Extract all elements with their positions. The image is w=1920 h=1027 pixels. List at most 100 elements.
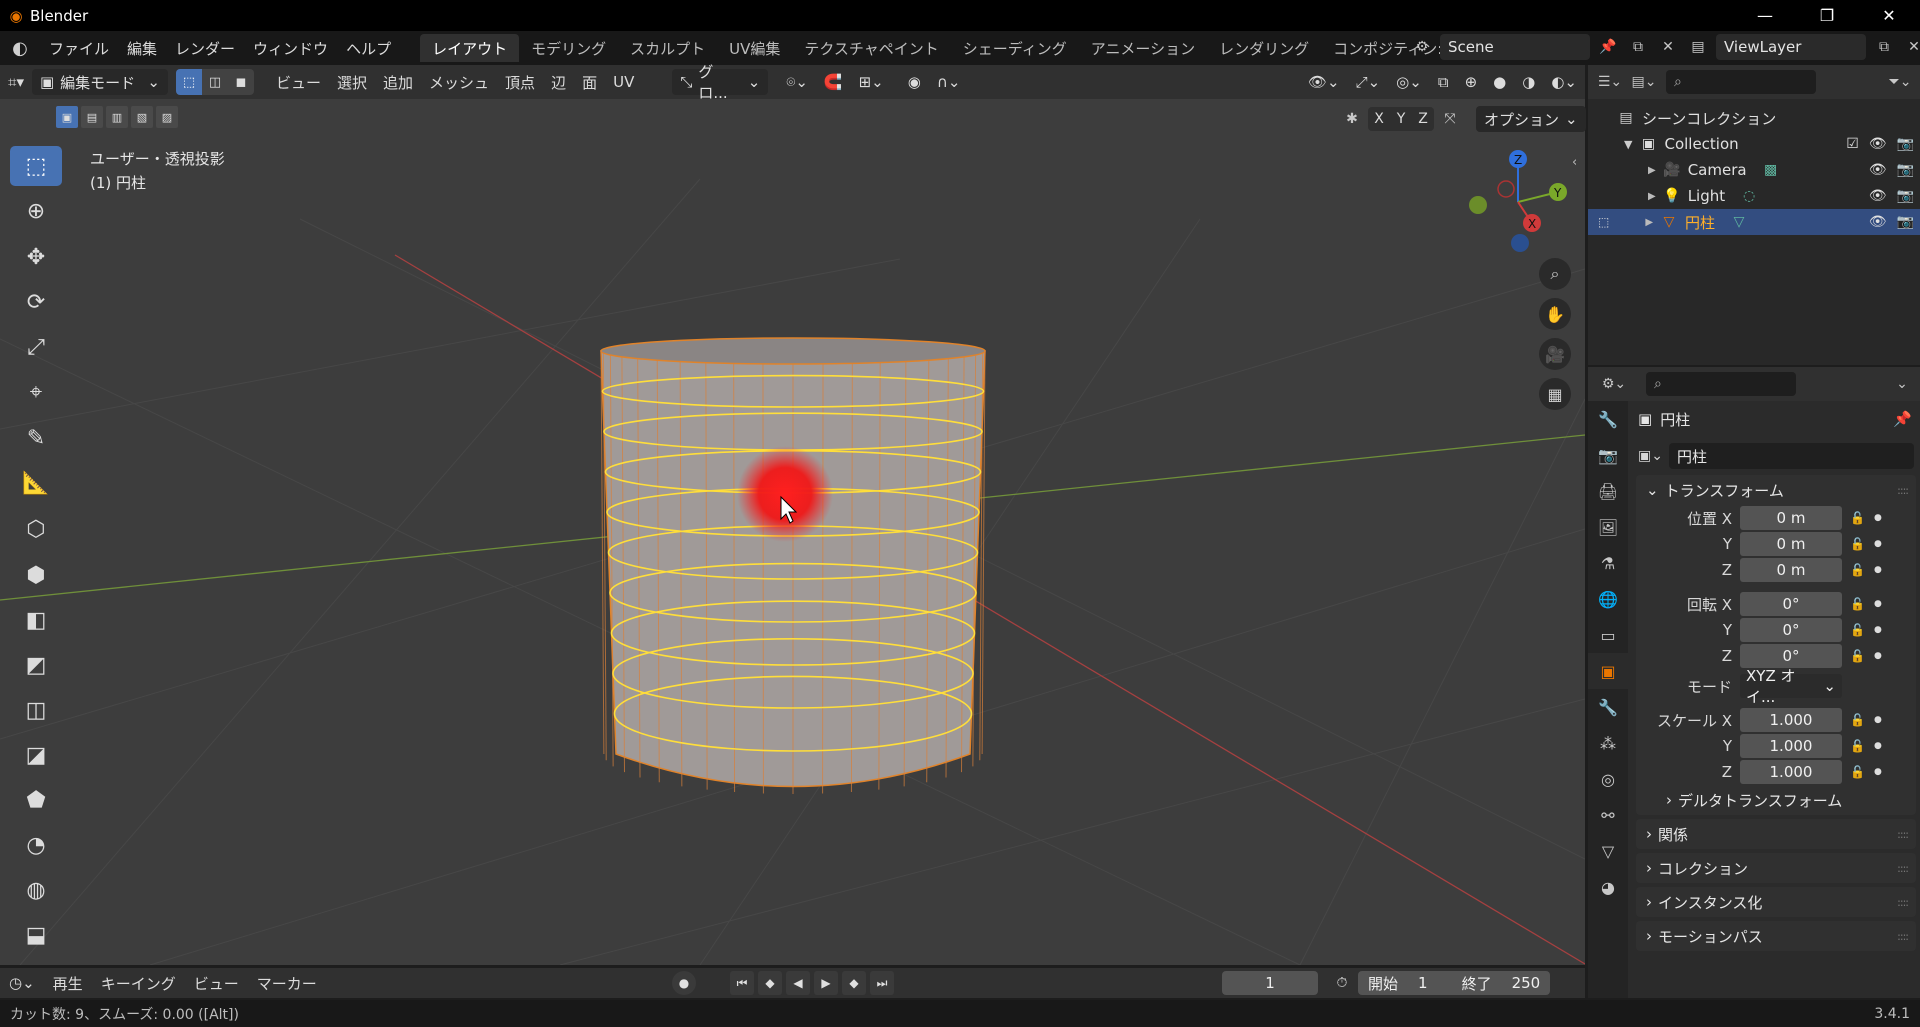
drag-handle-icon[interactable]: :::: <box>1897 896 1909 909</box>
menu-vertex[interactable]: 頂点 <box>497 69 543 95</box>
lock-icon[interactable]: 🔓 <box>1850 511 1868 525</box>
expand-arrow-icon[interactable]: ▶ <box>1648 191 1656 202</box>
eye-icon[interactable]: 👁 <box>1869 188 1887 204</box>
delete-scene-icon[interactable]: ✕ <box>1656 35 1680 59</box>
camera-view-icon[interactable]: 🎥 <box>1539 338 1571 370</box>
marker-menu[interactable]: マーカー <box>248 973 326 994</box>
menu-select[interactable]: 選択 <box>329 69 375 95</box>
visibility-icon[interactable]: 👁⌄ <box>1300 69 1348 95</box>
bevel-tool-icon[interactable]: ◩ <box>10 645 62 685</box>
tab-sculpt[interactable]: スカルプト <box>618 34 717 62</box>
scale-tool-icon[interactable]: ⤢ <box>10 327 62 367</box>
end-frame-field[interactable]: 250 <box>1502 971 1551 995</box>
add-cube-tool-icon[interactable]: ⬡ <box>10 509 62 549</box>
instancing-panel[interactable]: › インスタンス化 :::: <box>1636 887 1916 917</box>
keyframe-dot-icon[interactable]: ● <box>1874 741 1882 751</box>
view-layer-field[interactable]: ViewLayer <box>1716 34 1866 60</box>
menu-face[interactable]: 面 <box>574 69 605 95</box>
camera-render-icon[interactable]: 📷 <box>1897 162 1914 178</box>
display-mode-icon[interactable]: ▤⌄ <box>1632 70 1657 94</box>
data-tab-icon[interactable]: ▽ <box>1588 833 1628 869</box>
mirror-x-toggle[interactable]: X <box>1368 107 1390 131</box>
keyframe-dot-icon[interactable]: ● <box>1874 651 1882 661</box>
delta-transform-subpanel[interactable]: › デルタトランスフォーム <box>1636 785 1916 815</box>
menu-edge[interactable]: 辺 <box>543 69 574 95</box>
move-tool-icon[interactable]: ✥ <box>10 237 62 277</box>
close-button[interactable]: ✕ <box>1858 0 1920 31</box>
edit-mode-icon[interactable]: ⬚ <box>1598 215 1609 229</box>
play-icon[interactable]: ▶ <box>814 971 838 995</box>
outliner-scene-collection[interactable]: ▤ シーンコレクション <box>1588 105 1920 131</box>
menu-render[interactable]: レンダー <box>166 38 244 59</box>
tab-rendering[interactable]: レンダリング <box>1207 34 1321 62</box>
proportional-edit-icon[interactable]: ◉ <box>900 69 929 95</box>
keyframe-dot-icon[interactable]: ● <box>1874 625 1882 635</box>
checkbox-icon[interactable]: ☑ <box>1846 136 1859 152</box>
relations-panel[interactable]: › 関係 :::: <box>1636 819 1916 849</box>
snap-icon[interactable]: 🧲 <box>816 69 851 95</box>
menu-help[interactable]: ヘルプ <box>337 38 400 59</box>
play-reverse-icon[interactable]: ◀ <box>786 971 810 995</box>
mirror-z-toggle[interactable]: Z <box>1412 107 1434 131</box>
loop-cut-tool-icon[interactable]: ◫ <box>10 690 62 730</box>
chevron-down-icon[interactable]: ⌄ <box>1890 372 1914 396</box>
prev-keyframe-icon[interactable]: ◆ <box>758 971 782 995</box>
location-z-field[interactable]: 0 m <box>1740 558 1842 582</box>
output-tab-icon[interactable]: 🖨 <box>1588 473 1628 509</box>
object-name-field[interactable]: 円柱 <box>1668 443 1914 469</box>
eye-icon[interactable]: 👁 <box>1869 162 1887 178</box>
select-intersect-icon[interactable]: ▨ <box>156 106 178 128</box>
lock-icon[interactable]: 🔓 <box>1850 623 1868 637</box>
transform-orientation-dropdown[interactable]: ⤡ グロ... ⌄ <box>672 63 769 102</box>
edge-slide-tool-icon[interactable]: ⬓ <box>10 915 62 955</box>
cursor-tool-icon[interactable]: ⊕ <box>10 191 62 231</box>
editor-type-icon[interactable]: ⌗▾ <box>0 69 32 95</box>
face-select-icon[interactable]: ◼ <box>227 69 254 95</box>
outliner-item-light[interactable]: ▶ 💡 Light ◌ 👁 📷 <box>1588 183 1920 209</box>
lock-icon[interactable]: 🔓 <box>1850 597 1868 611</box>
keyframe-dot-icon[interactable]: ● <box>1874 513 1882 523</box>
filter-icon[interactable]: ⏷⌄ <box>1888 70 1912 94</box>
keyframe-dot-icon[interactable]: ● <box>1874 715 1882 725</box>
expand-arrow-icon[interactable]: ▶ <box>1648 165 1656 176</box>
eye-icon[interactable]: 👁 <box>1869 136 1887 152</box>
navigation-gizmo[interactable]: Z Y X <box>1460 147 1580 267</box>
lock-icon[interactable]: 🔓 <box>1850 649 1868 663</box>
lock-icon[interactable]: 🔓 <box>1850 739 1868 753</box>
topology-mirror-icon[interactable]: ⤧ <box>1438 107 1462 131</box>
3d-viewport[interactable]: ユーザー・透視投影 (1) 円柱 Z Y X ⌕ ✋ 🎥 ▦ ‹ <box>0 99 1585 965</box>
scene-icon[interactable]: ⚙ <box>1410 35 1434 59</box>
keyframe-dot-icon[interactable]: ● <box>1874 539 1882 549</box>
collection-tab-icon[interactable]: ▭ <box>1588 617 1628 653</box>
menu-mesh[interactable]: メッシュ <box>421 69 497 95</box>
gizmo-icon[interactable]: ⤢⌄ <box>1348 69 1389 95</box>
mirror-icon[interactable]: ✱ <box>1340 107 1364 131</box>
camera-render-icon[interactable]: 📷 <box>1897 214 1914 230</box>
view-layer-tab-icon[interactable]: 🖼 <box>1588 509 1628 545</box>
scene-tab-icon[interactable]: ⚗ <box>1588 545 1628 581</box>
maximize-button[interactable]: ❐ <box>1796 0 1858 31</box>
world-tab-icon[interactable]: 🌐 <box>1588 581 1628 617</box>
snap-target-icon[interactable]: ⊞⌄ <box>851 69 892 95</box>
physics-tab-icon[interactable]: ◎ <box>1588 761 1628 797</box>
pivot-point-icon[interactable]: ⌾⌄ <box>778 69 816 95</box>
pin-icon[interactable]: 📌 <box>1893 410 1912 428</box>
object-tab-icon[interactable]: ▣ <box>1588 653 1628 689</box>
vertex-select-icon[interactable]: ⬚ <box>175 69 202 95</box>
properties-search-input[interactable]: ⌕ <box>1646 372 1796 396</box>
xray-icon[interactable]: ⧉ <box>1430 69 1457 95</box>
scale-z-field[interactable]: 1.000 <box>1740 760 1842 784</box>
tab-shading[interactable]: シェーディング <box>951 34 1079 62</box>
solid-shading-icon[interactable]: ● <box>1485 69 1514 95</box>
material-shading-icon[interactable]: ◑ <box>1514 69 1543 95</box>
tab-modeling[interactable]: モデリング <box>519 34 618 62</box>
record-icon[interactable]: ● <box>672 971 696 995</box>
spin-tool-icon[interactable]: ◔ <box>10 825 62 865</box>
select-extend-icon[interactable]: ▤ <box>81 106 103 128</box>
zoom-icon[interactable]: ⌕ <box>1539 258 1571 290</box>
drag-handle-icon[interactable]: :::: <box>1897 862 1909 875</box>
drag-handle-icon[interactable]: :::: <box>1897 484 1909 497</box>
extrude-tool-icon[interactable]: ⬢ <box>10 555 62 595</box>
menu-file[interactable]: ファイル <box>40 38 118 59</box>
expand-arrow-icon[interactable]: ▶ <box>1645 217 1653 228</box>
